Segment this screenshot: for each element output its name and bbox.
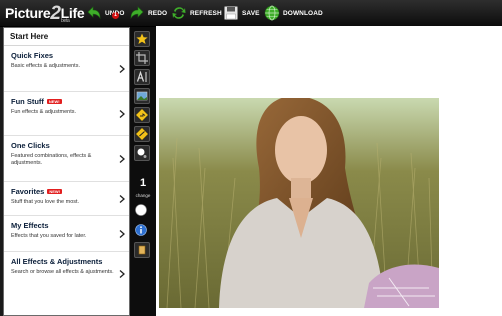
- circle-icon: [135, 204, 147, 216]
- menu-item-title: Favorites: [11, 187, 45, 196]
- chevron-right-icon: [119, 269, 125, 278]
- menu-item-favorites[interactable]: Favorites NEW! Stuff that you love the mo…: [4, 182, 129, 216]
- refresh-label: REFRESH: [190, 9, 222, 17]
- menu-item-title: One Clicks: [11, 141, 50, 150]
- chevron-right-icon: [119, 194, 125, 203]
- redo-button[interactable]: REDO: [129, 0, 167, 26]
- bucket-icon: [138, 245, 146, 255]
- refresh-icon: [172, 7, 186, 19]
- text-tool[interactable]: [134, 69, 150, 85]
- sign-icon: [135, 108, 149, 122]
- image-icon: [136, 91, 148, 101]
- save-label: SAVE: [242, 9, 260, 17]
- chevron-right-icon: [119, 154, 125, 163]
- menu-item-desc: Search or browse all effects & ajustment…: [11, 269, 114, 275]
- undo-count-badge: 1: [112, 12, 119, 19]
- chevron-right-icon: [119, 64, 125, 73]
- effects-panel: Start Here Quick Fixes Basic effects & a…: [3, 27, 130, 316]
- sign-tool[interactable]: [134, 107, 150, 123]
- save-icon: [224, 6, 238, 20]
- info-tool[interactable]: [134, 223, 148, 237]
- info-icon: [135, 224, 147, 236]
- menu-item-quick-fixes[interactable]: Quick Fixes Basic effects & adjustments.: [4, 46, 129, 92]
- refresh-button[interactable]: REFRESH: [171, 0, 222, 26]
- panel-title: Start Here: [4, 28, 129, 46]
- logo-text: Picture: [5, 5, 51, 21]
- download-label: DOWNLOAD: [283, 9, 323, 17]
- warning-sign-icon: [135, 127, 149, 141]
- image-tool[interactable]: [134, 88, 150, 104]
- brush-icon: [137, 148, 147, 158]
- change-label: change: [135, 193, 151, 198]
- chevron-right-icon: [119, 109, 125, 118]
- save-button[interactable]: SAVE: [223, 0, 260, 26]
- menu-item-all-effects[interactable]: All Effects & Adjustments Search or brow…: [4, 252, 129, 295]
- download-button[interactable]: DOWNLOAD: [264, 0, 323, 26]
- logo-beta: beta: [61, 18, 70, 24]
- tool-strip: 1 change: [130, 27, 156, 316]
- image-canvas[interactable]: [156, 26, 502, 316]
- photo[interactable]: [159, 98, 439, 308]
- menu-item-desc: Featured combinations, effects & adjustm…: [11, 153, 92, 167]
- redo-label: REDO: [148, 9, 168, 17]
- menu-item-title: Fun Stuff: [11, 97, 44, 106]
- menu-item-title: My Effects: [11, 221, 49, 230]
- redo-icon: [130, 6, 144, 19]
- menu-item-title: Quick Fixes: [11, 51, 54, 60]
- new-badge: NEW!: [47, 189, 63, 194]
- warning-sign-tool[interactable]: [134, 126, 150, 142]
- crop-tool[interactable]: [134, 50, 150, 66]
- star-icon: [136, 33, 148, 44]
- menu-item-title: All Effects & Adjustments: [11, 257, 103, 266]
- crop-icon: [136, 52, 148, 64]
- text-icon: [136, 70, 147, 82]
- circle-tool[interactable]: [134, 203, 148, 217]
- brush-tool[interactable]: [134, 145, 150, 161]
- menu-item-desc: Fun effects & adjustments.: [11, 109, 77, 115]
- top-toolbar: Picture2Life beta 1 UNDO REDO REFRESH SA…: [0, 0, 502, 27]
- menu-item-desc: Stuff that you love the most.: [11, 199, 80, 205]
- bucket-tool[interactable]: [134, 242, 150, 258]
- globe-download-icon: [264, 5, 280, 21]
- menu-item-fun-stuff[interactable]: Fun Stuff NEW! Fun effects & adjustments.: [4, 92, 129, 136]
- logo-number: 2: [50, 3, 61, 24]
- menu-item-desc: Basic effects & adjustments.: [11, 63, 80, 69]
- new-badge: NEW!: [46, 99, 62, 104]
- app-logo: Picture2Life beta: [5, 2, 85, 24]
- undo-button[interactable]: 1 UNDO: [86, 0, 125, 26]
- star-tool[interactable]: [134, 31, 150, 47]
- menu-item-my-effects[interactable]: My Effects Effects that you saved for la…: [4, 216, 129, 252]
- chevron-right-icon: [119, 229, 125, 238]
- menu-item-one-clicks[interactable]: One Clicks Featured combinations, effect…: [4, 136, 129, 182]
- change-count: 1: [139, 177, 147, 189]
- menu-item-desc: Effects that you saved for later.: [11, 233, 87, 239]
- undo-icon: [87, 6, 101, 19]
